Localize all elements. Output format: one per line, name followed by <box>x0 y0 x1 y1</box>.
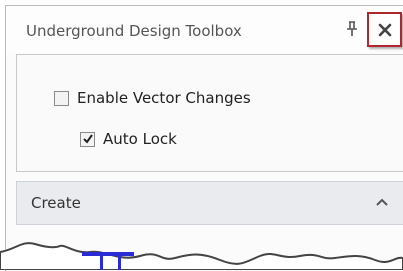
create-section-header[interactable]: Create <box>16 181 403 225</box>
enable-vector-changes-checkbox[interactable] <box>54 90 69 106</box>
torn-edge-effect <box>0 242 403 270</box>
options-group: Enable Vector Changes Auto Lock <box>16 54 403 172</box>
auto-lock-option[interactable]: Auto Lock <box>80 130 177 148</box>
panel-title: Underground Design Toolbox <box>26 22 242 40</box>
enable-vector-changes-option[interactable]: Enable Vector Changes <box>54 89 251 107</box>
auto-lock-label: Auto Lock <box>103 130 177 148</box>
close-icon <box>378 23 391 36</box>
auto-lock-checkbox[interactable] <box>80 131 95 147</box>
checkmark-icon <box>82 134 93 144</box>
enable-vector-changes-label: Enable Vector Changes <box>77 89 251 107</box>
chevron-up-icon[interactable] <box>372 192 392 212</box>
pin-icon[interactable] <box>341 16 363 42</box>
create-section-label: Create <box>31 194 81 212</box>
close-button[interactable] <box>367 12 402 47</box>
title-bar: Underground Design Toolbox <box>6 6 403 53</box>
